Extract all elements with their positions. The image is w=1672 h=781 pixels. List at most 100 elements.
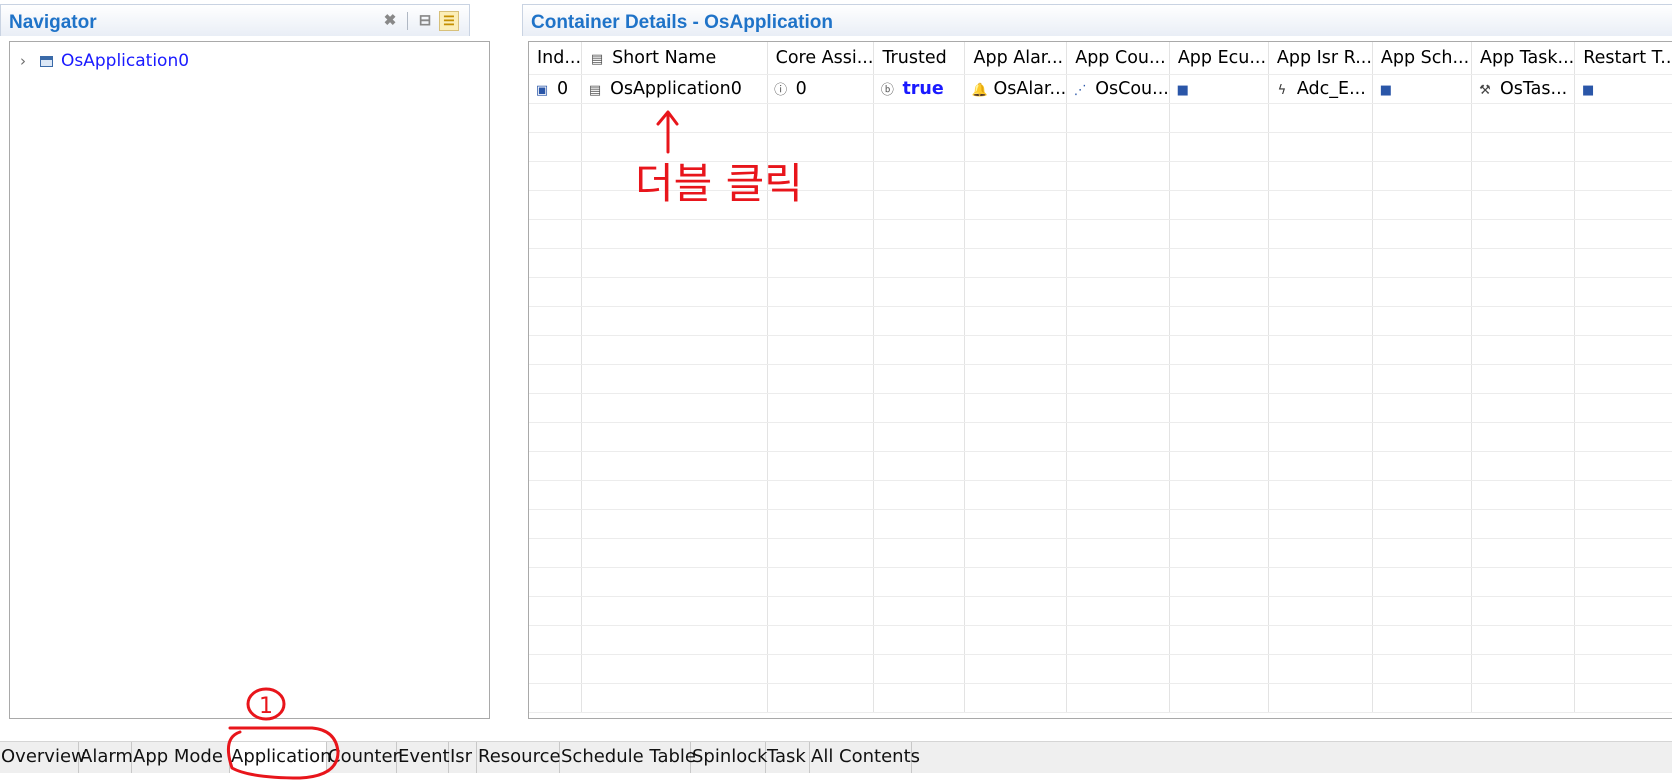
col-header-app-isr[interactable]: App Isr R... [1268,42,1373,75]
tab-resource[interactable]: Resource [477,742,561,773]
empty-cell [529,596,583,626]
cell-core-assignment[interactable]: ⓘ 0 [767,74,875,104]
table-row-empty [529,190,1672,220]
empty-cell [1574,654,1672,684]
empty-cell [1372,596,1472,626]
tab-alarm[interactable]: Alarm [79,742,133,773]
close-icon[interactable]: ✖ [380,11,400,31]
empty-cell [1372,654,1472,684]
empty-cell [1471,538,1576,568]
empty-cell [873,248,966,278]
empty-cell [873,277,966,307]
cell-index[interactable]: ▣ 0 [529,74,583,104]
col-header-restart-task[interactable]: Restart T... [1574,42,1672,75]
details-title: Container Details - OsApplication [531,12,833,33]
empty-cell [1066,538,1170,568]
empty-cell [964,132,1068,162]
empty-cell [529,451,583,481]
empty-cell [529,364,583,394]
empty-cell [1169,190,1269,220]
empty-cell [1471,480,1576,510]
tab-event[interactable]: Event [397,742,450,773]
tab-schedule-table[interactable]: Schedule Table [560,742,696,773]
empty-cell [767,190,875,220]
cell-app-task[interactable]: ⚒ OsTas... [1471,74,1576,104]
cell-app-counter[interactable]: ⋰ OsCou... [1066,74,1170,104]
tab-application[interactable]: Application [230,742,332,773]
col-header-short-name[interactable]: ▤ Short Name [581,42,768,75]
cell-app-alarm[interactable]: 🔔 OsAlar... [964,74,1068,104]
empty-cell [964,596,1068,626]
col-header-index[interactable]: Ind... [529,42,583,75]
empty-cell [529,480,583,510]
empty-cell [1574,451,1672,481]
tab-counter[interactable]: Counter [327,742,400,773]
tab-task[interactable]: Task [766,742,810,773]
cell-app-schedule[interactable]: ■ [1372,74,1472,104]
empty-cell [1066,103,1170,133]
table-row-empty [529,480,1672,510]
empty-cell [1471,393,1576,423]
empty-cell [873,393,966,423]
empty-cell [873,480,966,510]
index-icon: ▣ [535,82,549,98]
empty-cell [1169,422,1269,452]
empty-cell [581,190,768,220]
tab-overview[interactable]: Overview [0,742,86,773]
tab-all-contents[interactable]: All Contents [810,742,920,773]
empty-cell [1066,451,1170,481]
empty-cell [873,132,966,162]
empty-cell [1169,103,1269,133]
tab-isr[interactable]: Isr [449,742,477,773]
empty-cell [581,219,768,249]
empty-cell [873,538,966,568]
col-header-app-task[interactable]: App Task... [1471,42,1576,75]
empty-cell [1268,306,1373,336]
col-header-trusted[interactable]: Trusted [873,42,966,75]
empty-cell [964,277,1068,307]
empty-cell [964,364,1068,394]
empty-cell [1066,364,1170,394]
tree-item-osapplication0[interactable]: › OsApplication0 [20,50,189,72]
table-row[interactable]: ▣ 0 ▤ OsApplication0 ⓘ 0 ⓑ true 🔔 OsAlar... ⋰… [529,74,1672,104]
empty-cell [1066,190,1170,220]
col-header-core-assignment[interactable]: Core Assi... [767,42,875,75]
tab-spinlock[interactable]: Spinlock [691,742,768,773]
empty-cell [964,654,1068,684]
empty-cell [767,683,875,713]
col-header-app-ecuc[interactable]: App Ecu... [1169,42,1269,75]
bell-icon: 🔔 [971,82,988,98]
empty-cell [1066,161,1170,191]
empty-cell [1471,161,1576,191]
folder-icon: ■ [1379,82,1393,98]
cell-app-ecuc[interactable]: ■ [1169,74,1269,104]
col-header-app-schedule[interactable]: App Sch... [1372,42,1472,75]
cell-app-isr[interactable]: ϟ Adc_E... [1268,74,1373,104]
empty-cell [1169,625,1269,655]
col-header-app-counter[interactable]: App Cou... [1066,42,1170,75]
expand-chevron-icon[interactable]: › [20,52,34,70]
empty-cell [767,567,875,597]
empty-cell [873,451,966,481]
empty-cell [964,480,1068,510]
navigator-toolbar: ✖ ⊟ ☰ [380,11,459,31]
cell-short-name[interactable]: ▤ OsApplication0 [581,74,768,104]
empty-cell [581,509,768,539]
empty-cell [1268,422,1373,452]
empty-cell [529,335,583,365]
empty-cell [581,451,768,481]
empty-cell [581,480,768,510]
table-row-empty [529,451,1672,481]
tab-app-mode[interactable]: App Mode [132,742,230,773]
link-editor-icon[interactable]: ☰ [439,11,459,31]
cell-restart-task[interactable]: ■ [1574,74,1672,104]
empty-cell [581,248,768,278]
collapse-all-icon[interactable]: ⊟ [415,11,435,31]
empty-cell [1169,654,1269,684]
empty-cell [1574,625,1672,655]
empty-cell [1471,248,1576,278]
cell-trusted[interactable]: ⓑ true [873,74,966,104]
col-header-app-alarm[interactable]: App Alar... [964,42,1068,75]
empty-cell [581,625,768,655]
empty-cell [1066,219,1170,249]
